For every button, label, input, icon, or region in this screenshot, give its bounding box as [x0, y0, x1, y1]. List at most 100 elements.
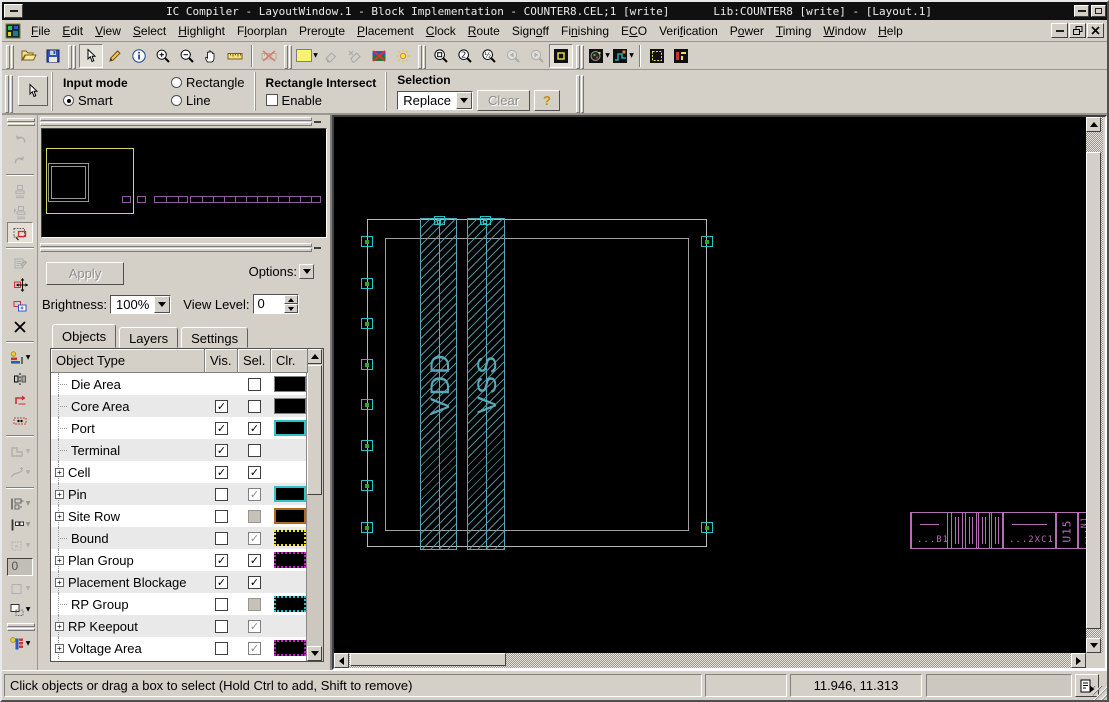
checkbox[interactable]: ✓ [248, 576, 261, 589]
rotate-button[interactable] [7, 389, 33, 410]
color-swatch[interactable] [274, 552, 306, 568]
scroll-up-button[interactable] [1086, 117, 1101, 132]
checkbox[interactable]: ✓ [215, 444, 228, 457]
cell[interactable] [951, 513, 963, 548]
input-mode-line-radio[interactable]: Line [171, 93, 211, 108]
zoom-2x-button[interactable]: 2 [453, 44, 477, 68]
wire-width-field[interactable]: 0 [7, 558, 33, 576]
checkbox[interactable] [248, 378, 261, 391]
menu-verification[interactable]: Verification [653, 22, 724, 40]
menu-placement[interactable]: Placement [351, 22, 420, 40]
object-row-site-row[interactable]: +Site Row [51, 505, 306, 527]
titlebar-minimize-button[interactable] [1074, 5, 1089, 17]
port-marker[interactable] [361, 236, 373, 247]
expand-icon[interactable]: + [55, 578, 64, 587]
checkbox[interactable] [215, 642, 228, 655]
zoom-fit-button[interactable] [429, 44, 453, 68]
input-mode-rectangle-radio[interactable]: Rectangle [171, 75, 245, 90]
port-marker[interactable] [361, 318, 373, 329]
object-row-voltage-area[interactable]: +Voltage Area✓ [51, 637, 306, 659]
checkbox[interactable] [248, 444, 261, 457]
abstract-view-button[interactable] [669, 44, 693, 68]
canvas-vertical-scrollbar[interactable] [1086, 117, 1103, 653]
cell[interactable] [965, 513, 977, 548]
toolbar-grip[interactable] [284, 45, 292, 67]
checkbox[interactable]: ✓ [248, 466, 261, 479]
color-swatch[interactable] [274, 596, 306, 612]
toolbar-grip[interactable] [5, 75, 13, 111]
zoom-half-button[interactable]: ½ [477, 44, 501, 68]
column-sel[interactable]: Sel. [238, 349, 271, 373]
chevron-down-icon[interactable] [456, 92, 472, 109]
chevron-down-icon[interactable]: ▼ [629, 52, 634, 59]
brightness-dropdown[interactable]: 100% [110, 295, 171, 314]
checkbox[interactable] [215, 532, 228, 545]
scroll-down-button[interactable] [307, 646, 322, 661]
menu-preroute[interactable]: Preroute [293, 22, 351, 40]
strap-pin[interactable] [434, 216, 445, 225]
scroll-down-button[interactable] [1086, 638, 1101, 653]
chevron-down-icon[interactable] [154, 296, 170, 313]
area-select-button[interactable] [7, 222, 33, 243]
stretch-button[interactable] [7, 410, 33, 431]
port-marker[interactable] [361, 399, 373, 410]
checkbox[interactable] [215, 620, 228, 633]
rectangle-intersect-enable-checkbox[interactable]: Enable [266, 93, 322, 108]
menu-floorplan[interactable]: Floorplan [231, 22, 293, 40]
checkbox[interactable] [215, 488, 228, 501]
align-button[interactable]: ▼ [7, 347, 33, 368]
scrollbar-thumb[interactable] [350, 653, 506, 666]
object-row-bound[interactable]: Bound✓ [51, 527, 306, 549]
cell[interactable] [978, 513, 990, 548]
object-row-die-area[interactable]: Die Area [51, 373, 306, 395]
cell[interactable] [991, 513, 1003, 548]
checkbox[interactable]: ✓ [248, 554, 261, 567]
panel-grip[interactable] [40, 243, 310, 252]
object-row-cell[interactable]: +Cell✓✓ [51, 461, 306, 483]
toolbar-grip[interactable] [576, 75, 584, 111]
checkbox[interactable] [215, 510, 228, 523]
chevron-down-icon[interactable]: ▼ [26, 500, 31, 507]
view-level-spinner[interactable]: 0 [253, 294, 299, 314]
delete-button[interactable] [7, 316, 33, 337]
chevron-down-icon[interactable]: ▼ [26, 448, 31, 455]
cell[interactable]: ...B1 [911, 513, 948, 548]
port-marker[interactable] [361, 359, 373, 370]
menu-help[interactable]: Help [872, 22, 909, 40]
object-row-rp-group[interactable]: RP Group [51, 593, 306, 615]
expand-icon[interactable]: + [55, 468, 64, 477]
object-row-plan-group[interactable]: +Plan Group✓✓ [51, 549, 306, 571]
child-close-button[interactable] [1087, 23, 1104, 38]
expand-icon[interactable]: + [55, 644, 64, 653]
spin-down-button[interactable] [284, 304, 298, 313]
scroll-left-button[interactable] [334, 653, 349, 668]
chevron-down-icon[interactable]: ▼ [26, 640, 31, 647]
menu-clock[interactable]: Clock [420, 22, 462, 40]
checkbox[interactable] [248, 400, 261, 413]
chevron-down-icon[interactable]: ▼ [26, 585, 31, 592]
menu-view[interactable]: View [89, 22, 127, 40]
column-clr[interactable]: Clr. [271, 349, 308, 373]
toolbar-grip[interactable] [6, 45, 14, 67]
expand-view-button[interactable] [645, 44, 669, 68]
layout-canvas[interactable]: VDDVSS...B1...2XC1U15...N1 [334, 117, 1086, 653]
copy-button[interactable] [7, 295, 33, 316]
port-marker[interactable] [361, 278, 373, 289]
object-row-placement-blockage[interactable]: +Placement Blockage✓✓ [51, 571, 306, 593]
color-swatch[interactable] [274, 486, 306, 502]
strap-pin[interactable] [480, 216, 491, 225]
color-swatch[interactable] [274, 398, 306, 414]
port-marker[interactable] [361, 480, 373, 491]
expand-icon[interactable]: + [55, 556, 64, 565]
child-restore-button[interactable] [1069, 23, 1086, 38]
zoom-in-button[interactable] [151, 44, 175, 68]
checkbox[interactable] [215, 598, 228, 611]
ruler-button[interactable] [223, 44, 247, 68]
object-row-terminal[interactable]: Terminal✓ [51, 439, 306, 461]
selected-view-button[interactable] [549, 44, 573, 68]
chevron-down-icon[interactable]: ▼ [313, 52, 318, 59]
menu-file[interactable]: File [25, 22, 56, 40]
object-row-rp-keepout[interactable]: +RP Keepout✓ [51, 615, 306, 637]
object-row-pin[interactable]: +Pin✓ [51, 483, 306, 505]
spin-up-button[interactable] [284, 295, 298, 304]
